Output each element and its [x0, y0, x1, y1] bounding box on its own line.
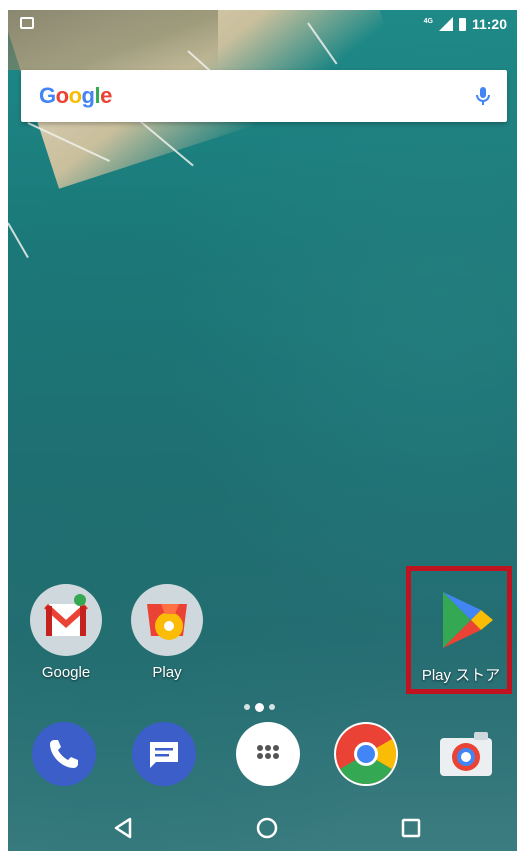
home-circle-icon[interactable]: [252, 813, 282, 843]
google-logo: Google: [39, 83, 112, 108]
app-drawer-icon[interactable]: [236, 722, 300, 786]
chrome-icon[interactable]: [334, 722, 398, 786]
app-label: Play: [152, 664, 182, 681]
play-music-folder-icon: [131, 584, 203, 656]
back-triangle-icon[interactable]: [108, 813, 138, 843]
phone-icon[interactable]: [32, 722, 96, 786]
messages-icon[interactable]: [132, 722, 196, 786]
mic-icon[interactable]: [471, 84, 495, 108]
page-dot-active: [255, 702, 264, 712]
network-type: 4G: [423, 17, 433, 25]
home-screen: 4G 11:20 Google Google Play Play ストア: [8, 10, 517, 851]
camera-icon[interactable]: [434, 722, 498, 786]
app-google-folder[interactable]: Google: [18, 584, 114, 681]
battery-icon: [458, 17, 466, 31]
status-bar: 4G 11:20: [8, 10, 517, 40]
google-search-bar[interactable]: Google: [21, 70, 507, 122]
page-dot: [269, 704, 275, 710]
wallpaper-pier: [8, 222, 29, 259]
page-indicator: [244, 702, 284, 712]
notification-icon: [20, 17, 34, 29]
signal-icon: [438, 17, 453, 31]
recents-square-icon[interactable]: [396, 813, 426, 843]
highlight-box: [406, 566, 512, 694]
clock: 11:20: [471, 16, 507, 32]
app-play-folder[interactable]: Play: [119, 584, 215, 681]
navigation-bar: [8, 805, 517, 851]
page-dot: [244, 704, 250, 710]
gmail-folder-icon: [30, 584, 102, 656]
app-label: Google: [41, 664, 91, 681]
status-indicators: 4G 11:20: [424, 16, 507, 32]
